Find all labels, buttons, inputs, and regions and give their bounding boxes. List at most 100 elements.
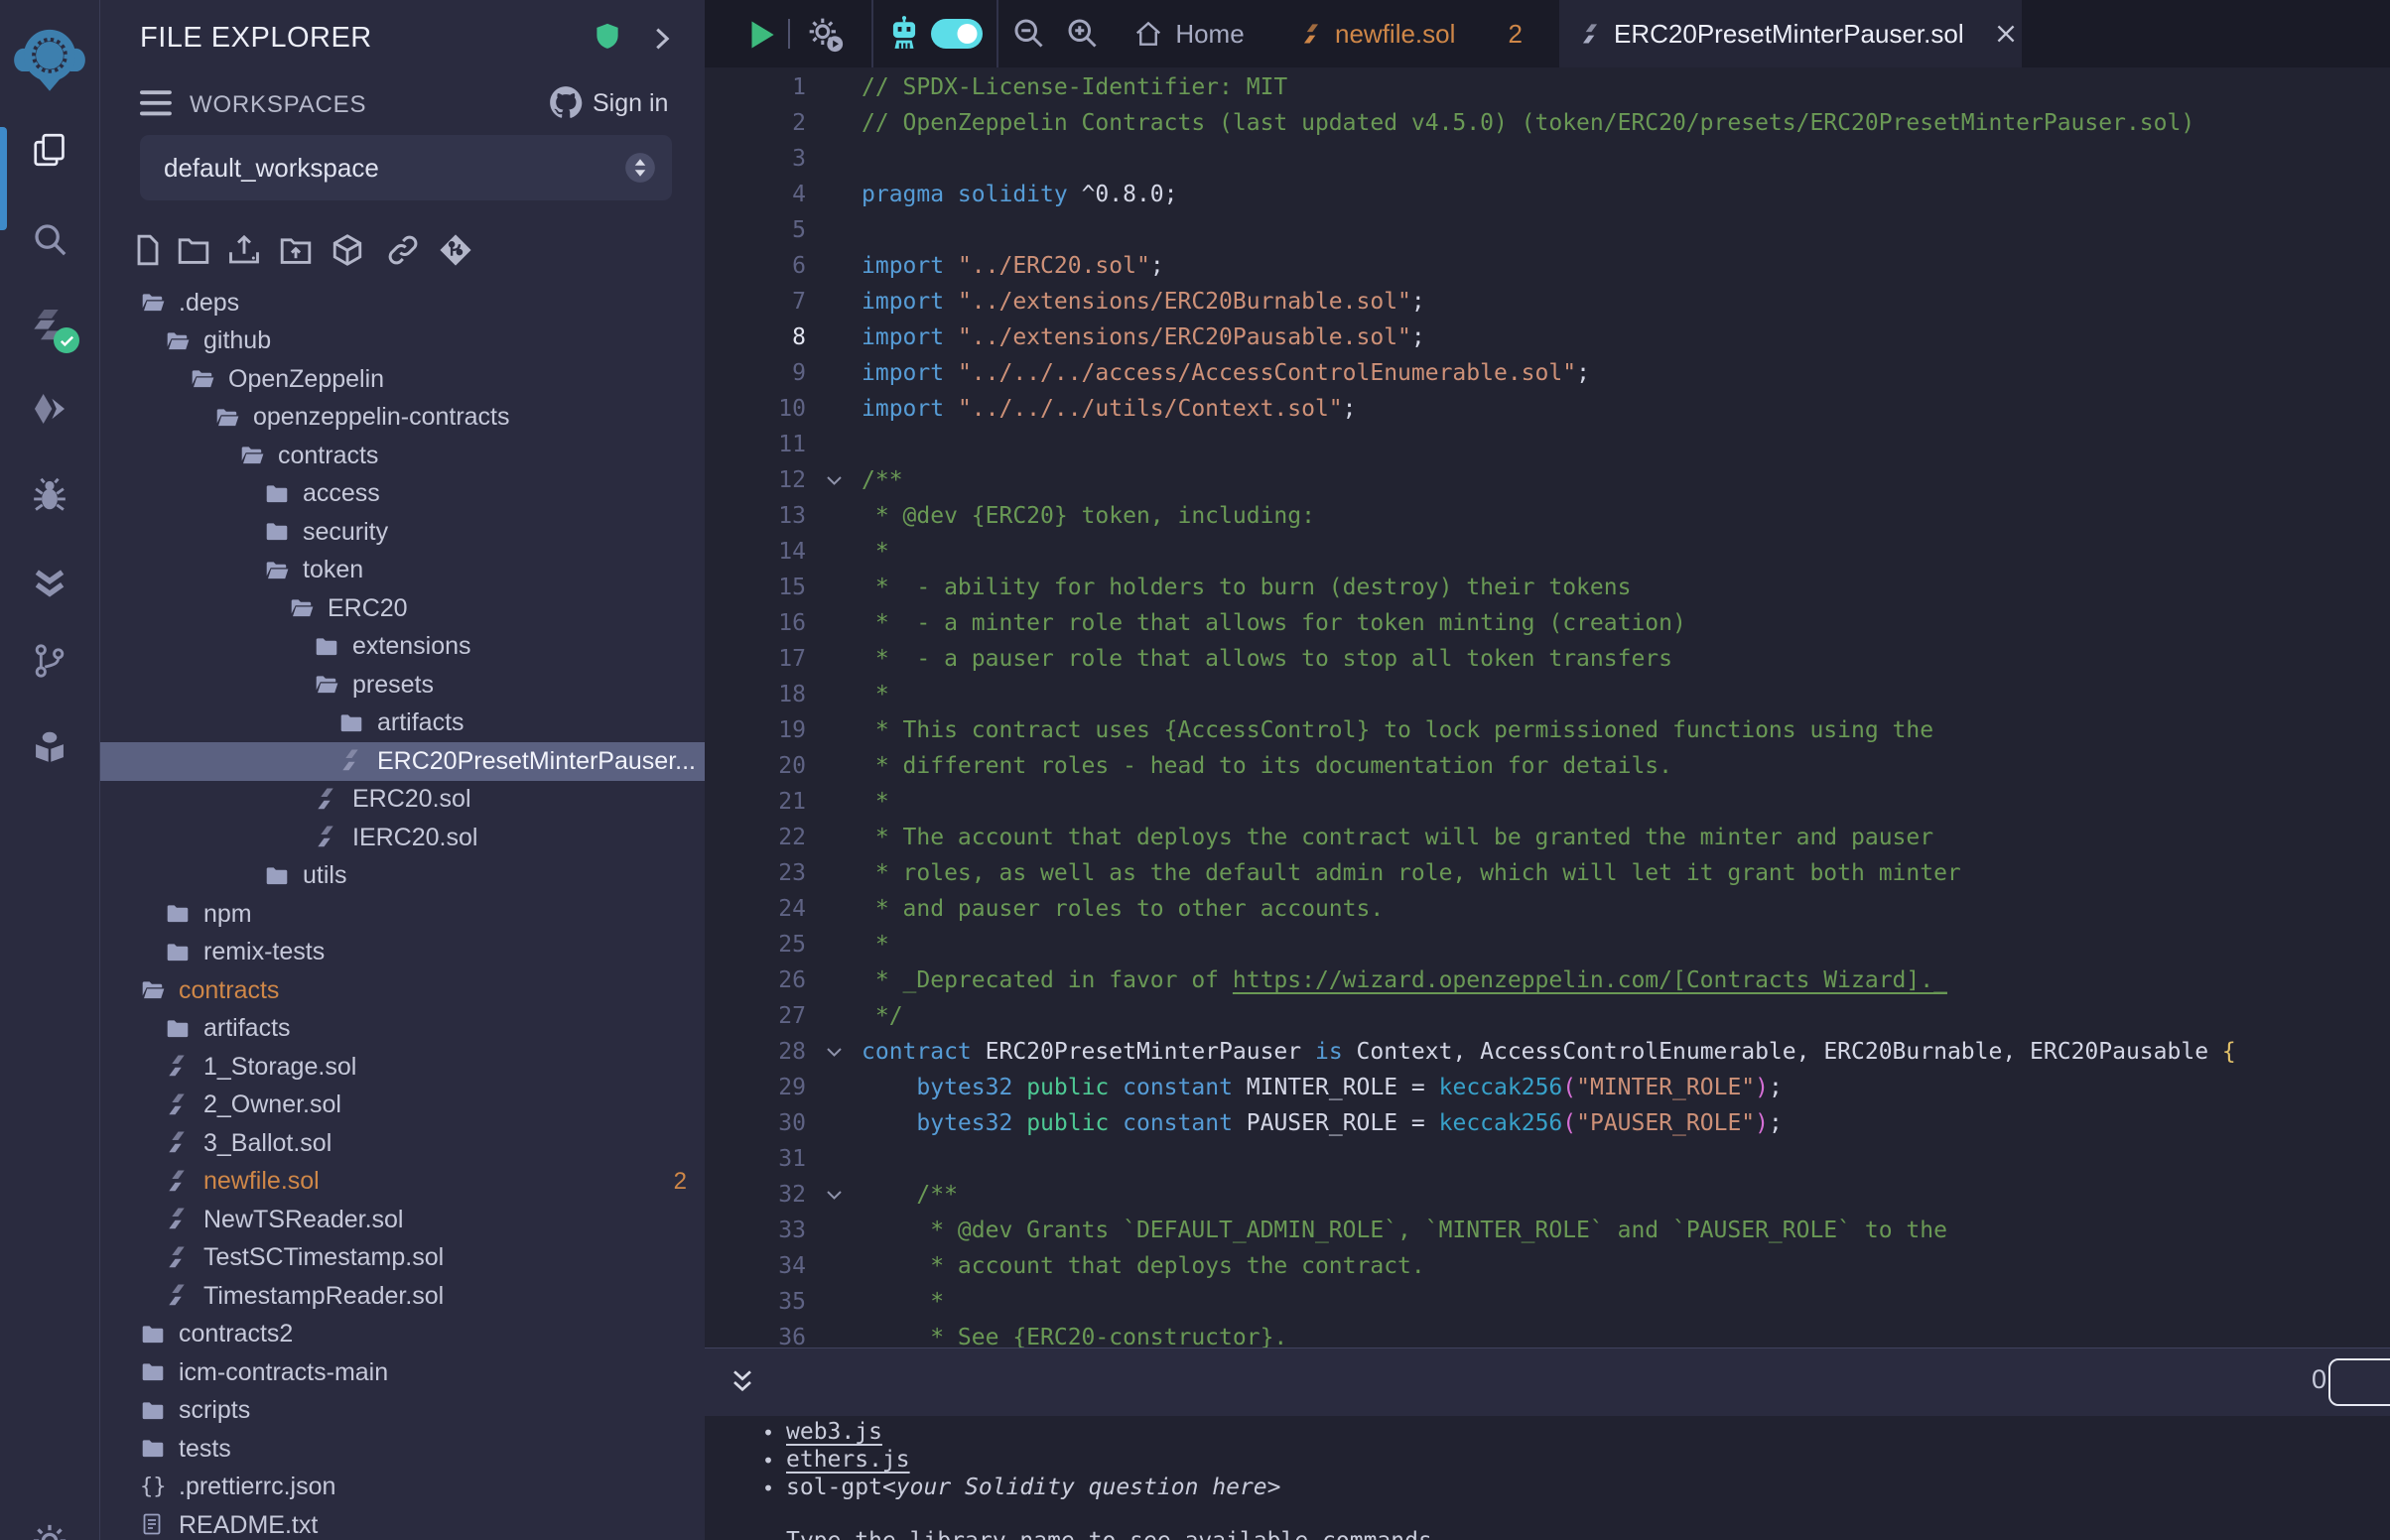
tree-item[interactable]: .deps bbox=[100, 284, 705, 322]
run-script-button[interactable] bbox=[742, 16, 780, 54]
code-line[interactable]: 4pragma solidity ^0.8.0; bbox=[705, 177, 2390, 212]
ai-copilot-robot-icon[interactable] bbox=[885, 15, 923, 53]
code-line[interactable]: 6import "../ERC20.sol"; bbox=[705, 248, 2390, 284]
tree-item[interactable]: NewTSReader.sol bbox=[100, 1201, 705, 1239]
terminal-search-input[interactable] bbox=[2328, 1358, 2390, 1406]
tree-item[interactable]: security bbox=[100, 513, 705, 552]
code-line[interactable]: 8import "../extensions/ERC20Pausable.sol… bbox=[705, 320, 2390, 355]
tree-item[interactable]: {}.prettierrc.json bbox=[100, 1469, 705, 1507]
tree-item[interactable]: presets bbox=[100, 666, 705, 705]
fold-chevron-icon[interactable] bbox=[806, 475, 862, 486]
tree-item[interactable]: openzeppelin-contracts bbox=[100, 399, 705, 438]
tree-item[interactable]: scripts bbox=[100, 1392, 705, 1431]
tree-item[interactable]: tests bbox=[100, 1430, 705, 1469]
git-diamond-icon[interactable] bbox=[438, 232, 473, 268]
link-icon[interactable] bbox=[385, 232, 421, 268]
zoom-out-icon[interactable] bbox=[1010, 15, 1048, 53]
code-line[interactable]: 11 bbox=[705, 427, 2390, 462]
hamburger-menu-icon[interactable] bbox=[140, 89, 174, 117]
tree-item[interactable]: github bbox=[100, 322, 705, 361]
code-line[interactable]: 3 bbox=[705, 141, 2390, 177]
ai-copilot-toggle[interactable] bbox=[931, 19, 983, 49]
new-file-icon[interactable] bbox=[130, 232, 166, 268]
settings-gear-icon[interactable] bbox=[31, 1522, 68, 1540]
tree-item[interactable]: 2_Owner.sol bbox=[100, 1087, 705, 1125]
workspace-select[interactable]: default_workspace bbox=[140, 135, 672, 200]
code-line[interactable]: 9import "../../../access/AccessControlEn… bbox=[705, 355, 2390, 391]
code-line[interactable]: 21 * bbox=[705, 784, 2390, 820]
code-line[interactable]: 36 * See {ERC20-constructor}. bbox=[705, 1320, 2390, 1348]
tab-erc20presetminterpauser-sol[interactable]: ERC20PresetMinterPauser.sol bbox=[1559, 0, 2022, 67]
tree-item[interactable]: artifacts bbox=[100, 705, 705, 743]
tree-item[interactable]: contracts bbox=[100, 437, 705, 475]
solidity-unit-testing-icon[interactable] bbox=[31, 565, 68, 602]
tree-item[interactable]: npm bbox=[100, 895, 705, 934]
code-line[interactable]: 1// SPDX-License-Identifier: MIT bbox=[705, 69, 2390, 105]
code-line[interactable]: 17 * - a pauser role that allows to stop… bbox=[705, 641, 2390, 677]
code-editor[interactable]: 1// SPDX-License-Identifier: MIT2// Open… bbox=[705, 67, 2390, 1348]
close-icon[interactable] bbox=[1993, 21, 2019, 47]
terminal-link[interactable]: web3.js bbox=[786, 1419, 882, 1445]
tree-item[interactable]: README.txt bbox=[100, 1506, 705, 1540]
code-line[interactable]: 12/** bbox=[705, 462, 2390, 498]
tree-item[interactable]: icm-contracts-main bbox=[100, 1353, 705, 1392]
code-line[interactable]: 15 * - ability for holders to burn (dest… bbox=[705, 570, 2390, 605]
code-line[interactable]: 24 * and pauser roles to other accounts. bbox=[705, 891, 2390, 927]
terminal-expand-chevrons-icon[interactable] bbox=[727, 1366, 758, 1398]
tree-item[interactable]: utils bbox=[100, 857, 705, 896]
github-octocat-icon[interactable] bbox=[547, 83, 585, 121]
code-line[interactable]: 28contract ERC20PresetMinterPauser is Co… bbox=[705, 1034, 2390, 1070]
code-line[interactable]: 34 * account that deploys the contract. bbox=[705, 1248, 2390, 1284]
code-line[interactable]: 16 * - a minter role that allows for tok… bbox=[705, 605, 2390, 641]
tree-item[interactable]: ERC20 bbox=[100, 589, 705, 628]
file-explorer-icon[interactable] bbox=[31, 131, 68, 169]
code-line[interactable]: 33 * @dev Grants `DEFAULT_ADMIN_ROLE`, `… bbox=[705, 1213, 2390, 1248]
tree-item[interactable]: contracts bbox=[100, 971, 705, 1010]
tree-item[interactable]: token bbox=[100, 552, 705, 590]
fold-chevron-icon[interactable] bbox=[806, 1047, 862, 1058]
tree-item[interactable]: ERC20.sol bbox=[100, 781, 705, 820]
code-line[interactable]: 30 bytes32 public constant PAUSER_ROLE =… bbox=[705, 1105, 2390, 1141]
code-line[interactable]: 5 bbox=[705, 212, 2390, 248]
zoom-in-icon[interactable] bbox=[1064, 15, 1102, 53]
tree-item[interactable]: contracts2 bbox=[100, 1316, 705, 1354]
upload-file-icon[interactable] bbox=[226, 232, 262, 268]
tree-item[interactable]: IERC20.sol bbox=[100, 819, 705, 857]
tree-item[interactable]: ERC20PresetMinterPauser... bbox=[100, 742, 705, 781]
code-line[interactable]: 13 * @dev {ERC20} token, including: bbox=[705, 498, 2390, 534]
upload-folder-icon[interactable] bbox=[278, 232, 314, 268]
code-line[interactable]: 18 * bbox=[705, 677, 2390, 712]
code-line[interactable]: 20 * different roles - head to its docum… bbox=[705, 748, 2390, 784]
tree-item[interactable]: newfile.sol2 bbox=[100, 1163, 705, 1202]
code-line[interactable]: 31 bbox=[705, 1141, 2390, 1177]
code-line[interactable]: 35 * bbox=[705, 1284, 2390, 1320]
code-line[interactable]: 2// OpenZeppelin Contracts (last updated… bbox=[705, 105, 2390, 141]
debugger-icon[interactable] bbox=[31, 476, 68, 514]
chevron-right-icon[interactable] bbox=[646, 24, 676, 54]
code-line[interactable]: 19 * This contract uses {AccessControl} … bbox=[705, 712, 2390, 748]
code-line[interactable]: 23 * roles, as well as the default admin… bbox=[705, 855, 2390, 891]
tab-home[interactable]: Home bbox=[1110, 0, 1268, 67]
deploy-and-run-icon[interactable] bbox=[31, 390, 68, 428]
new-folder-icon[interactable] bbox=[176, 232, 211, 268]
search-icon[interactable] bbox=[31, 220, 68, 258]
code-line[interactable]: 26 * _Deprecated in favor of https://wiz… bbox=[705, 962, 2390, 998]
tree-item[interactable]: TimestampReader.sol bbox=[100, 1277, 705, 1316]
tree-item[interactable]: access bbox=[100, 475, 705, 514]
code-line[interactable]: 7import "../extensions/ERC20Burnable.sol… bbox=[705, 284, 2390, 320]
remix-logo[interactable] bbox=[13, 20, 86, 93]
code-line[interactable]: 14 * bbox=[705, 534, 2390, 570]
git-icon[interactable] bbox=[31, 642, 68, 680]
code-line[interactable]: 22 * The account that deploys the contra… bbox=[705, 820, 2390, 855]
ipfs-cube-icon[interactable] bbox=[330, 232, 365, 268]
tree-item[interactable]: 1_Storage.sol bbox=[100, 1048, 705, 1087]
sign-in-button[interactable]: Sign in bbox=[593, 89, 668, 118]
terminal-output[interactable]: •web3.js•ethers.js•sol-gpt <your Solidit… bbox=[705, 1416, 2390, 1540]
tree-item[interactable]: OpenZeppelin bbox=[100, 360, 705, 399]
code-line[interactable]: 32 /** bbox=[705, 1177, 2390, 1213]
script-config-gear-icon[interactable] bbox=[806, 15, 844, 53]
tree-item[interactable]: extensions bbox=[100, 628, 705, 667]
code-line[interactable]: 25 * bbox=[705, 927, 2390, 962]
tab-newfile-sol[interactable]: newfile.sol 2 bbox=[1278, 0, 1544, 67]
fold-chevron-icon[interactable] bbox=[806, 1190, 862, 1201]
